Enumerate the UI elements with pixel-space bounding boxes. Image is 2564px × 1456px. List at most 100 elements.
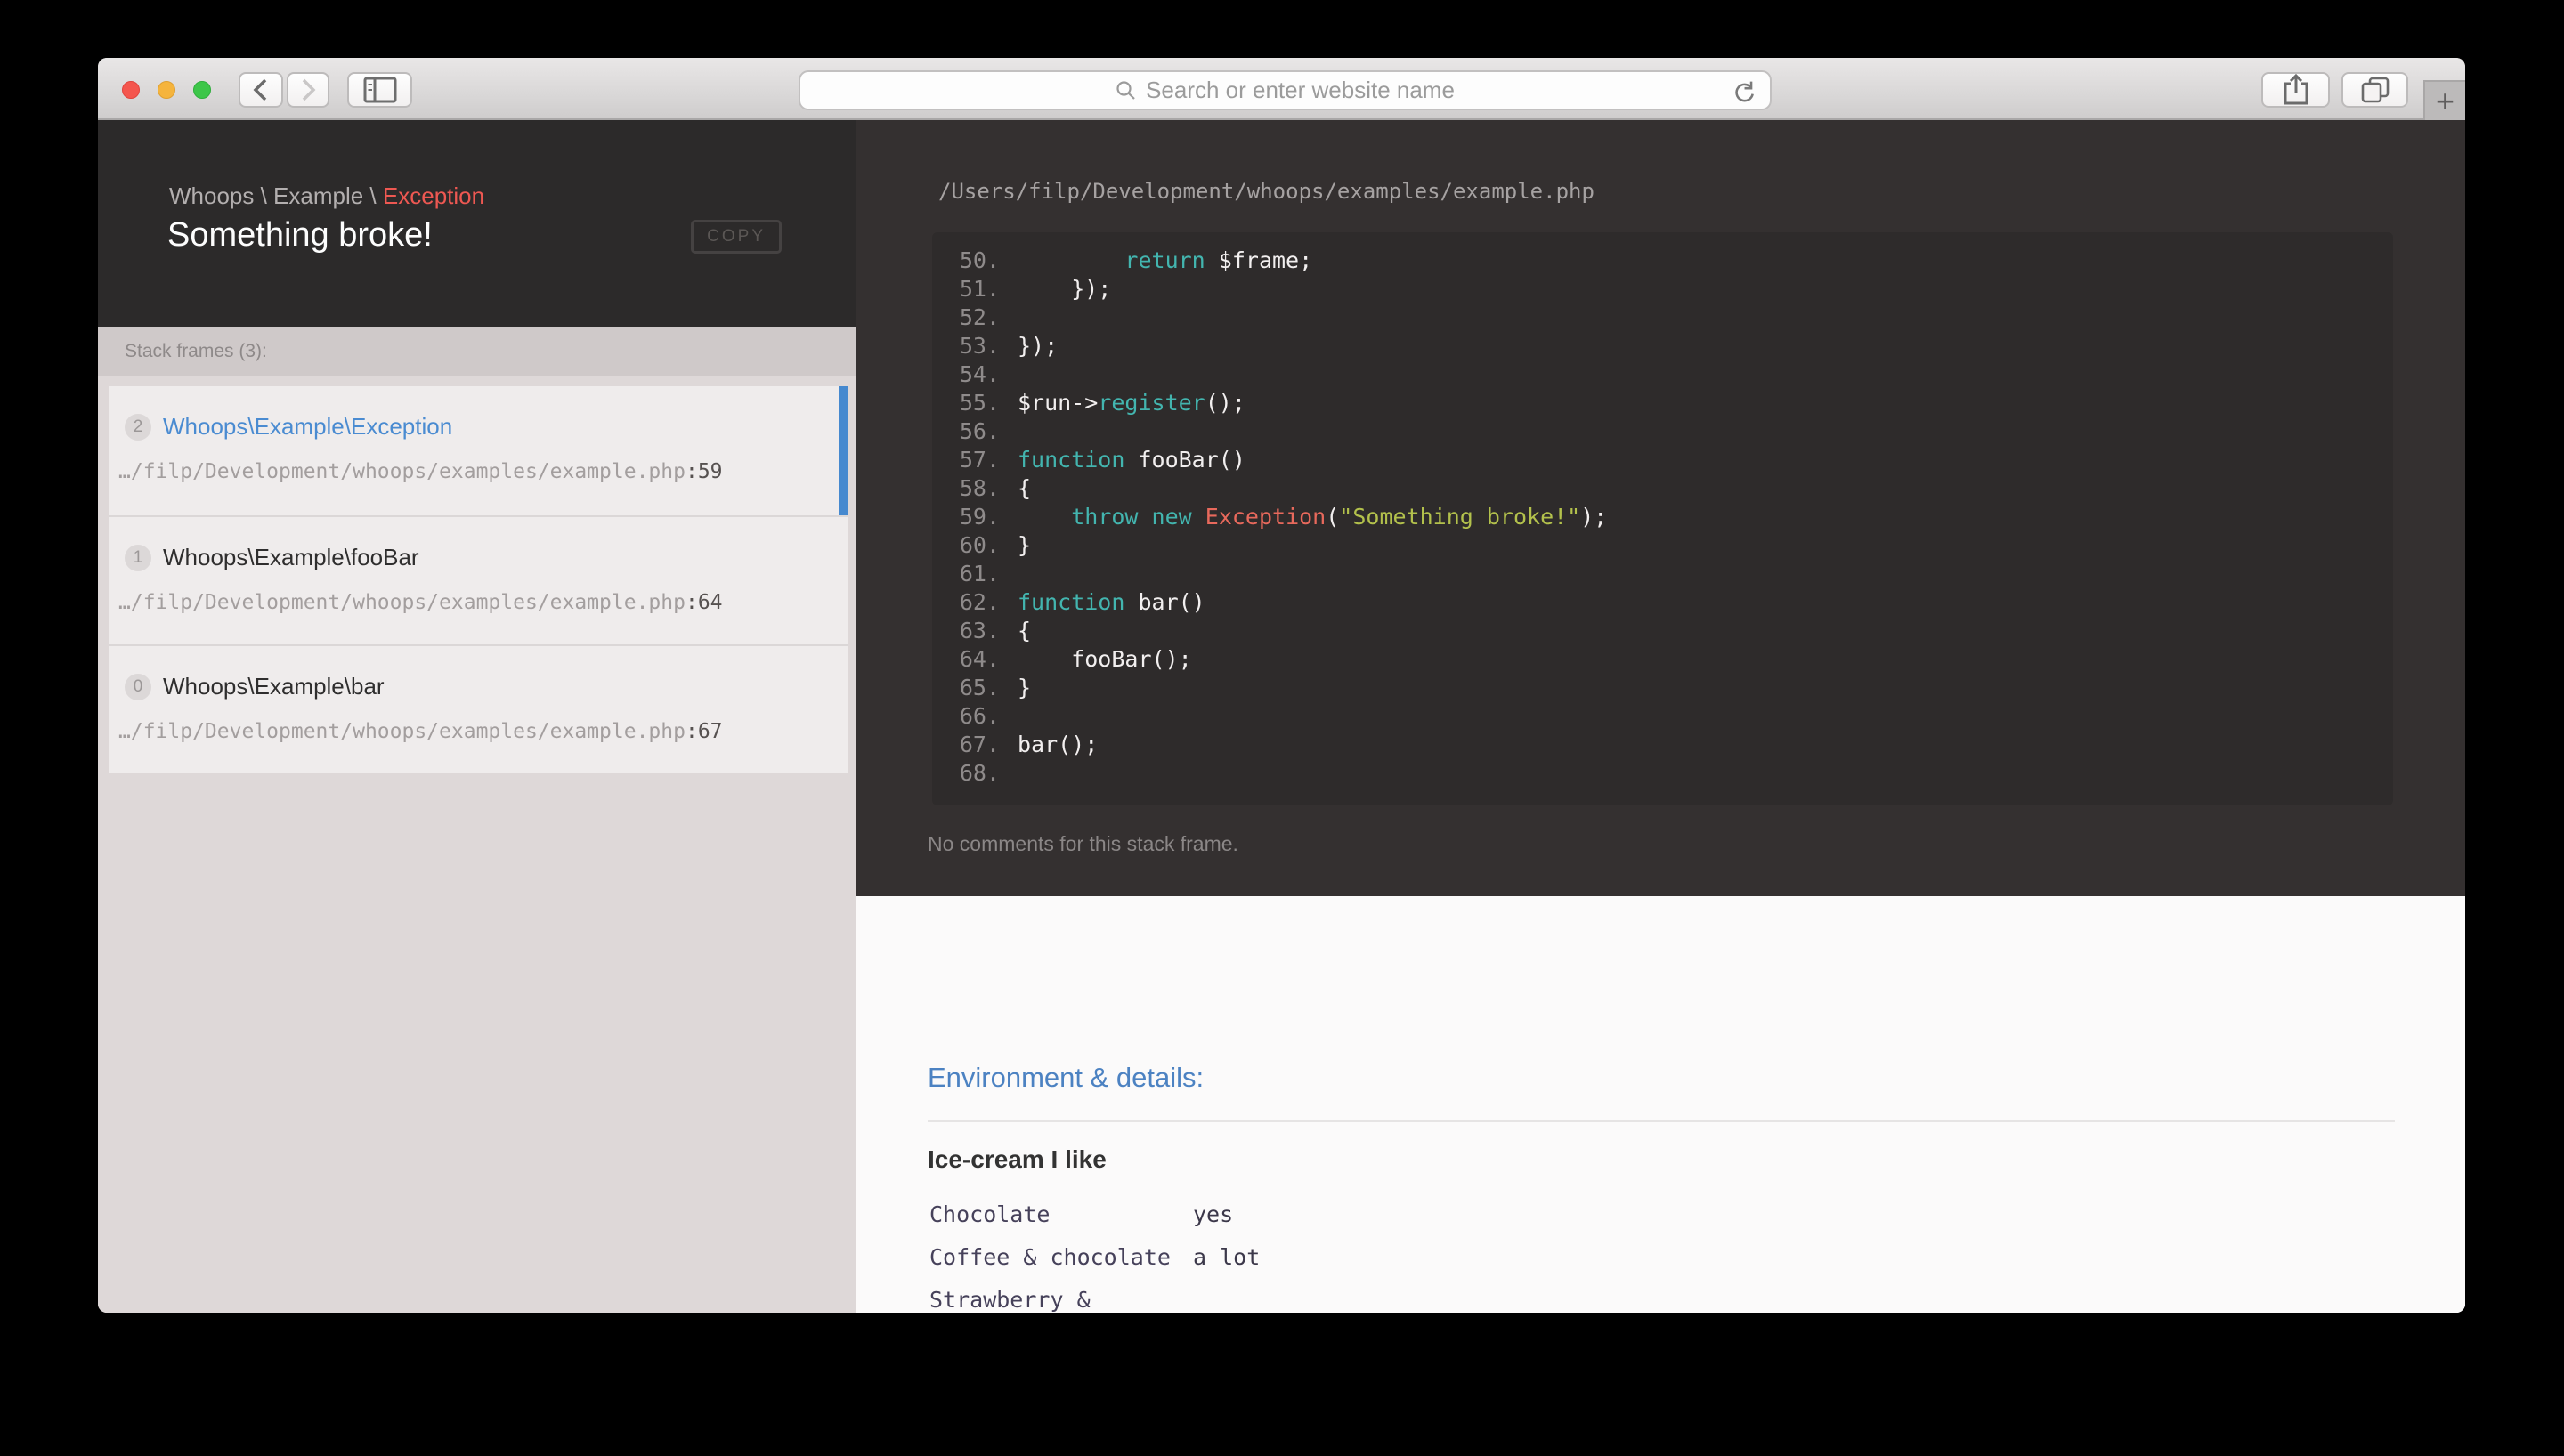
sidebar-icon xyxy=(363,77,397,103)
code-token-plain: $frame; xyxy=(1205,247,1313,273)
new-tab-button[interactable]: + xyxy=(2423,80,2465,120)
code-line-number: 66. xyxy=(959,703,1000,729)
code-line-text: function bar() xyxy=(1018,589,1205,615)
code-token-plain: ( xyxy=(1326,504,1340,530)
breadcrumb-exception-class: Exception xyxy=(382,182,485,209)
stack-frame[interactable]: 1 Whoops\Example\fooBar …/filp/Development… xyxy=(109,515,848,644)
back-button[interactable] xyxy=(239,72,283,108)
frame-file-path: …/filp/Development/whoops/examples/examp… xyxy=(118,591,821,614)
code-line-text: }); xyxy=(1018,276,1111,302)
code-token-plain: bar() xyxy=(1124,589,1205,615)
env-table-row: Strawberry & xyxy=(929,1279,2354,1313)
code-line-text: throw new Exception("Something broke!"); xyxy=(1018,504,1607,530)
code-token-kw: register xyxy=(1098,390,1205,416)
frame-index-badge: 0 xyxy=(125,673,151,700)
forward-chevron-icon xyxy=(298,77,318,103)
close-window-button[interactable] xyxy=(122,81,140,99)
plus-icon: + xyxy=(2435,82,2455,119)
minimize-window-button[interactable] xyxy=(158,81,175,99)
frame-file-path: …/filp/Development/whoops/examples/examp… xyxy=(118,460,821,483)
code-token-kw: throw xyxy=(1071,504,1139,530)
code-line-number: 64. xyxy=(959,646,1000,672)
browser-toolbar: Search or enter website name + xyxy=(98,58,2465,120)
code-token-plain: fooBar(); xyxy=(1018,646,1192,672)
code-line-number: 52. xyxy=(959,304,1000,330)
env-table-title: Ice-cream I like xyxy=(928,1145,1107,1173)
code-line-number: 56. xyxy=(959,418,1000,444)
code-line: 62. function bar() xyxy=(932,588,2393,617)
env-value: yes xyxy=(1193,1201,1234,1227)
sidebar-toggle-button[interactable] xyxy=(347,72,412,108)
code-token-plain: } xyxy=(1018,532,1032,558)
code-line: 53.}); xyxy=(932,332,2393,360)
zoom-window-button[interactable] xyxy=(193,81,211,99)
code-line: 68. xyxy=(932,759,2393,788)
code-token-plain: bar(); xyxy=(1018,732,1099,757)
exception-header: Whoops \ Example \ Exception Something b… xyxy=(98,120,856,327)
back-chevron-icon xyxy=(251,77,271,103)
code-line: 59. throw new Exception("Something broke… xyxy=(932,503,2393,531)
stack-frames-list: 2 Whoops\Example\Exception …/filp/Developm… xyxy=(109,386,848,773)
forward-button[interactable] xyxy=(287,72,329,108)
code-token-str: "Something broke!" xyxy=(1339,504,1581,530)
stack-frames-header: Stack frames (3): xyxy=(98,327,856,376)
reload-button[interactable] xyxy=(1731,79,1757,106)
code-token-plain: fooBar() xyxy=(1124,447,1245,473)
url-field[interactable]: Search or enter website name xyxy=(799,70,1772,110)
code-line: 51. }); xyxy=(932,275,2393,303)
frame-index-badge: 1 xyxy=(125,544,151,571)
code-token-plain: { xyxy=(1018,475,1032,501)
code-line-number: 68. xyxy=(959,760,1000,786)
env-key: Coffee & chocolate xyxy=(929,1244,1171,1270)
share-icon xyxy=(2281,73,2311,107)
code-line: 56. xyxy=(932,417,2393,446)
code-line-number: 55. xyxy=(959,390,1000,416)
code-line: 61. xyxy=(932,560,2393,588)
env-table-row: Chocolate yes xyxy=(929,1193,2354,1236)
code-token-plain: } xyxy=(1018,675,1032,700)
code-line-number: 63. xyxy=(959,618,1000,643)
url-placeholder: Search or enter website name xyxy=(1146,77,1455,103)
code-token-cls: Exception xyxy=(1205,504,1327,530)
code-line-text: { xyxy=(1018,618,1031,643)
breadcrumb-namespace: Whoops \ Example \ xyxy=(169,182,383,209)
browser-window: Search or enter website name + Whoops \ … xyxy=(98,58,2465,1313)
code-line-text: } xyxy=(1018,532,1031,558)
environment-heading: Environment & details: xyxy=(928,1062,1205,1093)
code-line: 64. fooBar(); xyxy=(932,645,2393,674)
code-line-number: 67. xyxy=(959,732,1000,757)
code-line-number: 60. xyxy=(959,532,1000,558)
code-line-number: 59. xyxy=(959,504,1000,530)
show-tabs-button[interactable] xyxy=(2341,72,2408,108)
share-button[interactable] xyxy=(2261,72,2330,108)
code-line: 50. return $frame; xyxy=(932,247,2393,275)
code-line-number: 62. xyxy=(959,589,1000,615)
code-line-number: 61. xyxy=(959,561,1000,586)
code-line-number: 50. xyxy=(959,247,1000,273)
code-token-kw: function xyxy=(1018,447,1125,473)
frame-function-name: Whoops\Example\bar xyxy=(163,673,385,700)
frame-file-path: …/filp/Development/whoops/examples/examp… xyxy=(118,720,821,743)
code-token-kw: function xyxy=(1018,589,1125,615)
environment-details-section: Environment & details: Ice-cream I like … xyxy=(856,896,2465,1313)
stack-frame[interactable]: 0 Whoops\Example\bar …/filp/Development/wh… xyxy=(109,644,848,773)
code-line-number: 58. xyxy=(959,475,1000,501)
frame-function-name: Whoops\Example\Exception xyxy=(163,413,453,440)
search-icon xyxy=(1116,80,1137,101)
exception-sidebar: Whoops \ Example \ Exception Something b… xyxy=(98,120,856,1313)
code-line-text: { xyxy=(1018,475,1031,501)
copy-button[interactable]: COPY xyxy=(691,220,782,254)
code-token-plain: (); xyxy=(1205,390,1245,416)
tabs-overview-icon xyxy=(2359,75,2391,105)
code-token-plain: }); xyxy=(1018,276,1112,302)
frame-comments-empty: No comments for this stack frame. xyxy=(928,832,1238,855)
code-token-kw: return xyxy=(1124,247,1205,273)
frame-line-number: :67 xyxy=(685,720,723,743)
env-key: Strawberry & xyxy=(929,1287,1091,1313)
code-panel: /Users/filp/Development/whoops/examples/… xyxy=(856,120,2465,896)
code-line-text: bar(); xyxy=(1018,732,1098,757)
stack-frame[interactable]: 2 Whoops\Example\Exception …/filp/Developm… xyxy=(109,386,848,515)
code-line-text: $run->register(); xyxy=(1018,390,1245,416)
